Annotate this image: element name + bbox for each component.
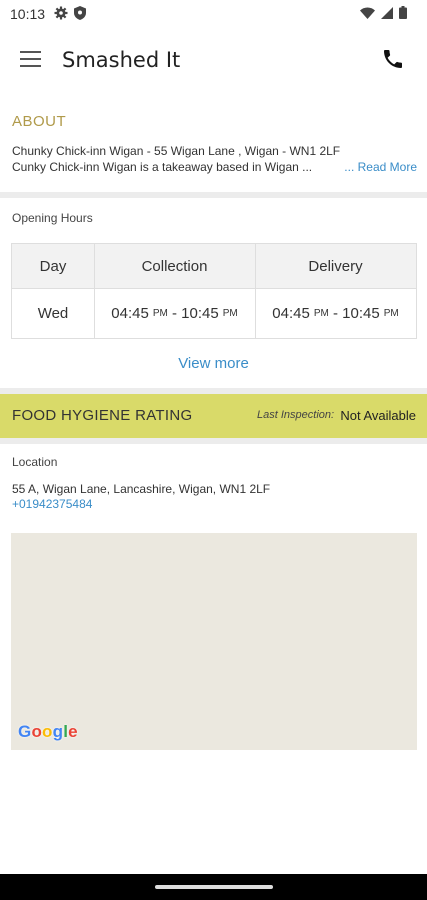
delivery-start-time: 04:45	[272, 305, 310, 322]
collection-end-period: PM	[222, 308, 238, 319]
opening-hours-table: Day Collection Delivery Wed 04:45 PM - 1…	[11, 243, 417, 339]
battery-icon	[399, 6, 407, 24]
wifi-icon	[360, 6, 375, 24]
menu-icon	[20, 51, 41, 67]
delivery-separator: -	[328, 305, 343, 322]
row-day: Wed	[37, 305, 69, 322]
column-header-delivery: Delivery	[308, 258, 363, 275]
location-phone-link[interactable]: +01942375484	[12, 497, 92, 511]
google-logo-letter: g	[52, 722, 64, 741]
phone-icon	[384, 50, 402, 68]
google-logo-letter: e	[68, 722, 78, 741]
row-collection-hours: 04:45 PM - 10:45 PM	[94, 289, 255, 338]
opening-hours-label: Opening Hours	[12, 211, 93, 225]
collection-start-period: PM	[152, 308, 168, 319]
collection-start-time: 04:45	[111, 305, 149, 322]
collection-separator: -	[167, 305, 182, 322]
shield-icon	[74, 6, 86, 25]
status-bar: 10:13	[0, 0, 427, 28]
call-button[interactable]	[381, 47, 405, 71]
location-address: 55 A, Wigan Lane, Lancashire, Wigan, WN1…	[12, 482, 271, 496]
about-description: Cunky Chick-inn Wigan is a takeaway base…	[12, 160, 313, 174]
about-address-line: Chunky Chick-inn Wigan - 55 Wigan Lane ,…	[12, 144, 341, 158]
map-view[interactable]: Google	[11, 533, 417, 750]
column-header-collection: Collection	[141, 258, 208, 275]
table-divider	[255, 244, 256, 338]
section-divider	[0, 438, 427, 444]
home-gesture-handle[interactable]	[155, 885, 273, 889]
table-divider	[94, 244, 95, 338]
last-inspection-value: Not Available	[340, 408, 416, 423]
gear-icon	[54, 6, 68, 25]
google-logo-letter: o	[42, 722, 53, 741]
collection-end-time: 10:45	[181, 305, 219, 322]
navigation-bar	[0, 874, 427, 900]
menu-button[interactable]	[20, 50, 42, 68]
column-header-day: Day	[39, 258, 67, 275]
delivery-end-time: 10:45	[342, 305, 380, 322]
food-hygiene-banner: FOOD HYGIENE RATING Last Inspection: Not…	[0, 394, 427, 438]
section-divider	[0, 192, 427, 198]
view-more-link[interactable]: View more	[0, 355, 427, 372]
delivery-start-period: PM	[313, 308, 329, 319]
status-time: 10:13	[10, 6, 46, 22]
google-logo-letter: G	[18, 722, 32, 741]
hygiene-title: FOOD HYGIENE RATING	[12, 407, 193, 424]
app-bar: Smashed It	[0, 36, 427, 86]
delivery-end-period: PM	[383, 308, 399, 319]
last-inspection-label: Last Inspection:	[257, 409, 335, 421]
row-delivery-hours: 04:45 PM - 10:45 PM	[255, 289, 416, 338]
read-more-link[interactable]: ... Read More	[344, 160, 417, 174]
location-label: Location	[12, 455, 58, 469]
app-title: Smashed It	[62, 48, 181, 72]
about-heading: ABOUT	[12, 113, 67, 130]
google-logo: Google	[18, 722, 78, 742]
google-logo-letter: o	[31, 722, 43, 741]
signal-icon	[381, 6, 393, 24]
